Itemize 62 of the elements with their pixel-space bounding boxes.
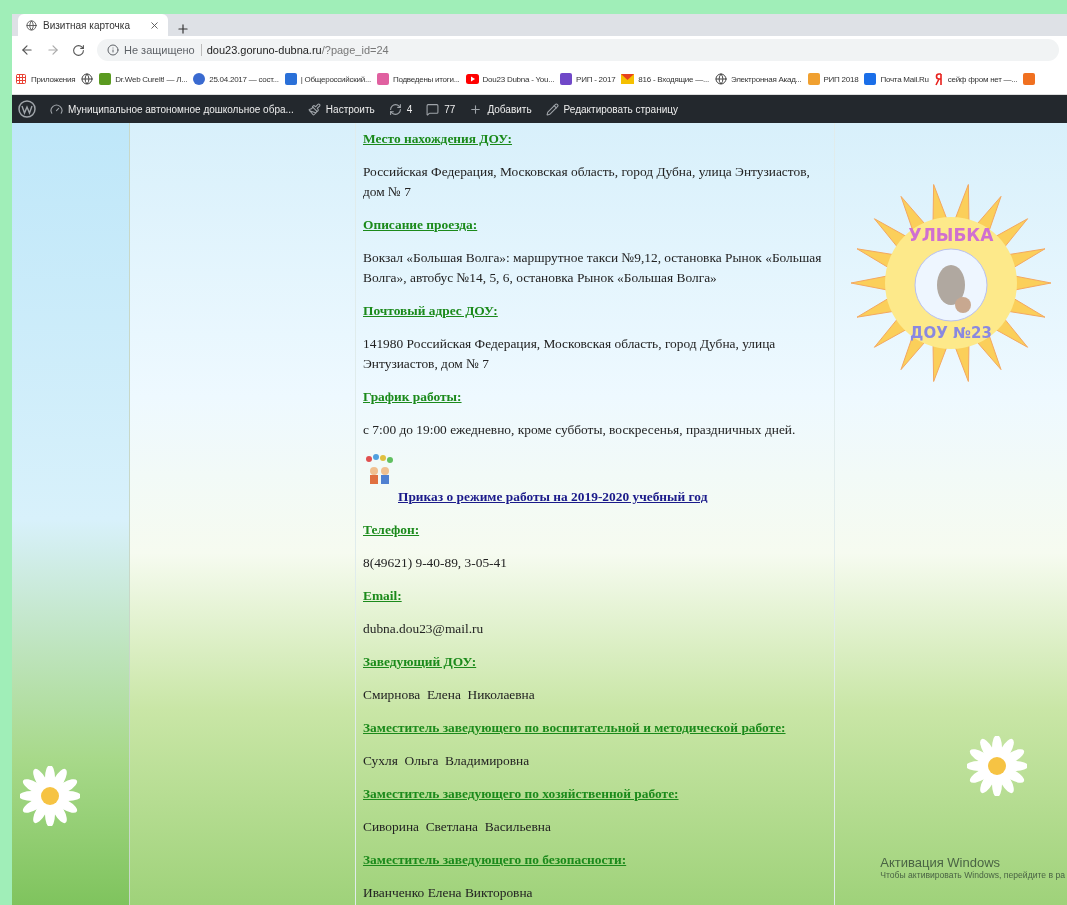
section-heading: Место нахождения ДОУ: (363, 130, 513, 148)
children-balloons-drawing (363, 453, 395, 487)
section-heading: Почтовый адрес ДОУ: (363, 302, 499, 320)
comment-icon (426, 102, 440, 116)
daisy-drawing (20, 766, 80, 826)
bookmark[interactable]: Электронная Акад... (714, 73, 802, 85)
close-icon[interactable] (149, 19, 160, 31)
section-heading: Описание проезда: (363, 216, 479, 234)
plus-icon (469, 102, 483, 116)
bookmark[interactable]: 25.04.2017 — сост... (193, 73, 279, 85)
pencil-icon (545, 102, 559, 116)
section-heading: Email: (363, 587, 403, 605)
section-text: Вокзал «Большая Волга»: маршрутное такси №9,12, остановка Рынок «Большая Волга», автобус №14, 5, 6, остановка Рынок «Большая Волга» (363, 249, 823, 287)
admin-bar-item[interactable]: 77 (426, 102, 456, 116)
new-tab-button[interactable] (176, 22, 190, 36)
bookmark[interactable]: Dr.Web CureIt! — Л... (99, 73, 188, 85)
section-heading: Заместитель заведующего по хозяйственной работе: (363, 785, 680, 803)
admin-bar-item[interactable]: Добавить (469, 102, 532, 116)
gauge-icon (50, 102, 63, 116)
refresh-icon (388, 102, 402, 116)
bookmark[interactable]: Dou23 Dubna - You... (465, 74, 555, 84)
admin-bar-item[interactable]: 4 (388, 102, 413, 116)
info-icon (107, 44, 119, 56)
section-text: Российская Федерация, Московская область, город Дубна, улица Энтузиастов, дом № 7 (363, 163, 811, 201)
section-text: dubna.dou23@mail.ru (363, 620, 485, 638)
daisy-drawing (967, 736, 1027, 796)
bookmark[interactable]: | Общероссийский... (284, 73, 371, 85)
globe-icon (26, 19, 37, 31)
section-text: 141980 Российская Федерация, Московская область, город Дубна, улица Энтузиастов, дом № 7 (363, 335, 777, 373)
admin-bar-item[interactable]: Редактировать страницу (545, 102, 678, 116)
browser-tab[interactable]: Визитная карточка (18, 14, 168, 36)
globe-icon (81, 73, 94, 85)
bookmark[interactable]: Приложения (15, 73, 76, 85)
admin-bar-item[interactable]: Настроить (307, 102, 375, 116)
bookmark[interactable]: РИП - 2017 (560, 73, 616, 85)
admin-bar-item[interactable]: Муниципальное автономное дошкольное обра... (50, 102, 294, 116)
bookmark[interactable]: сейф фром нет —... (934, 72, 1018, 86)
bookmark[interactable]: 816 - Входящие —... (621, 74, 709, 84)
apps-grid-icon (15, 73, 27, 85)
section-heading: Заместитель заведующего по безопасности: (363, 851, 628, 869)
document-link[interactable]: Приказ о режиме работы на 2019-2020 учебный год (398, 487, 834, 507)
section-text: Сиворина Светлана Васильевна (363, 818, 552, 836)
section-heading: Заместитель заведующего по воспитательной и методической работе: (363, 719, 787, 737)
reload-button[interactable] (72, 43, 85, 57)
section-text: Сухля Ольга Владимировна (363, 752, 531, 770)
section-text: с 7:00 до 19:00 ежедневно, кроме субботы, воскресенья, праздничных дней. (363, 421, 797, 439)
bookmark[interactable]: Почта Mail.Ru (864, 73, 929, 85)
activation-title: Активация Windows (880, 855, 1002, 870)
activation-text: Чтобы активировать Windows, перейдите в ра (880, 870, 1065, 880)
section-heading: График работы: (363, 388, 463, 406)
address-field[interactable]: Не защищено dou23.goruno-dubna.ru/?page_id=24 (97, 39, 1059, 61)
section-text: 8(49621) 9-40-89, 3-05-41 (363, 554, 508, 572)
brush-icon (307, 102, 321, 116)
section-heading: Телефон: (363, 521, 421, 539)
section-text: Смирнова Елена Николаевна (363, 686, 536, 704)
section-text: Иванченко Елена Викторовна (363, 884, 534, 902)
section-heading: Заведующий ДОУ: (363, 653, 478, 671)
bookmark[interactable]: РИП 2018 (807, 73, 859, 85)
back-button[interactable] (20, 43, 34, 57)
globe-icon (714, 73, 727, 85)
bookmark[interactable]: Подведены итоги... (376, 73, 460, 85)
circle-logo-icon (18, 100, 36, 118)
